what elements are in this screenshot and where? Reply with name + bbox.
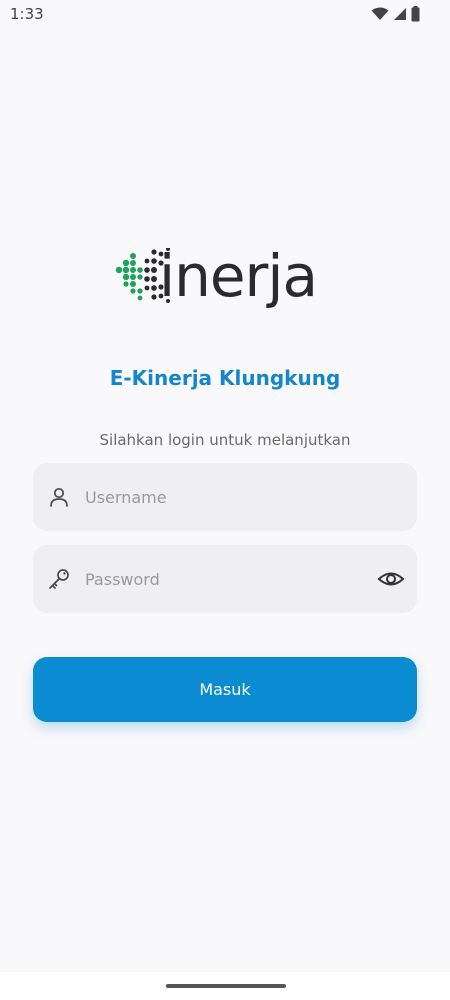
status-icons (371, 6, 420, 22)
username-field[interactable] (33, 463, 417, 531)
logo-text: inerja (159, 242, 318, 310)
login-subtitle: Silahkan login untuk melanjutkan (99, 431, 351, 449)
page-title: E-Kinerja Klungkung (109, 366, 341, 390)
navigation-bar (0, 972, 450, 1000)
toggle-password-visibility-button[interactable] (377, 565, 405, 593)
password-input[interactable] (85, 545, 365, 613)
status-bar: 1:33 (0, 0, 450, 28)
login-button[interactable]: Masuk (33, 657, 417, 722)
key-icon (49, 569, 69, 589)
signal-icon (394, 8, 406, 20)
wifi-icon (371, 7, 389, 20)
home-gesture-handle[interactable] (166, 984, 286, 988)
battery-icon (411, 6, 420, 22)
username-input[interactable] (85, 463, 365, 531)
user-icon (50, 487, 68, 507)
app-logo: inerja (114, 242, 338, 320)
status-time: 1:33 (10, 5, 44, 23)
password-field[interactable] (33, 545, 417, 613)
eye-icon (377, 572, 405, 586)
